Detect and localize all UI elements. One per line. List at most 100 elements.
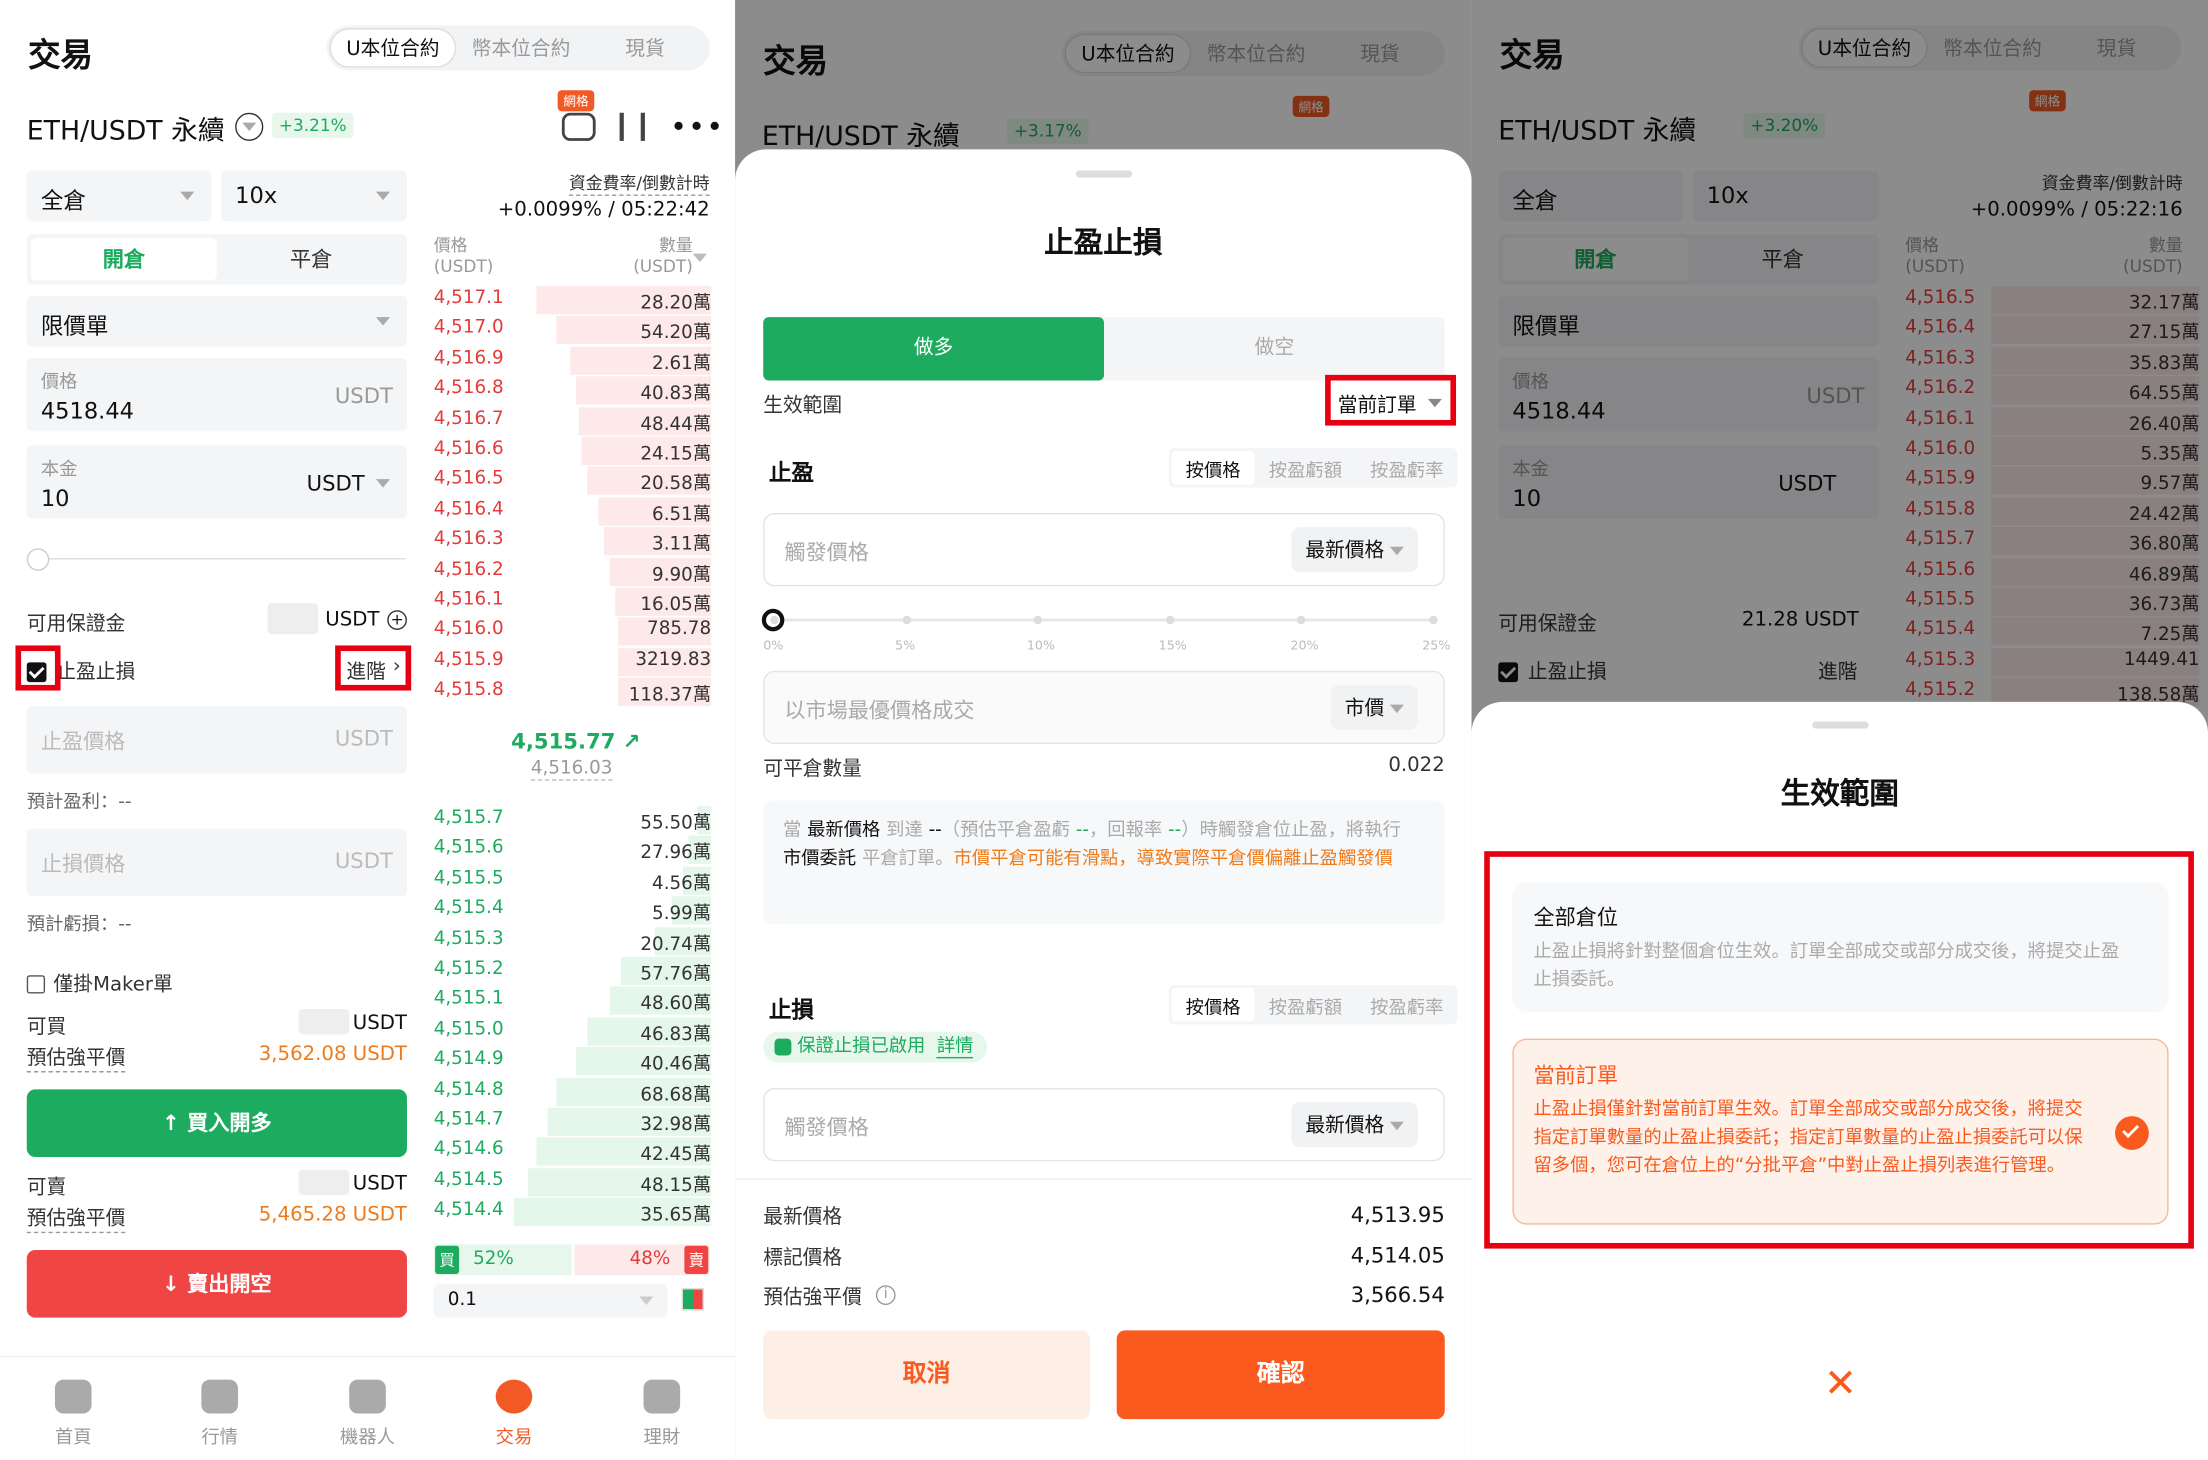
cancel-button[interactable]: 取消 — [763, 1330, 1090, 1420]
sl-price-input[interactable]: 止損價格 USDT — [26, 828, 407, 897]
nav-home[interactable]: 首頁 — [17, 1379, 130, 1449]
maker-only-checkbox[interactable] — [26, 970, 46, 997]
order-type-select[interactable]: 限價單 — [26, 295, 407, 347]
tab-open[interactable]: 開倉 — [30, 238, 217, 281]
pair-dropdown-icon[interactable] — [235, 112, 264, 141]
row-price: 4,516.4 — [433, 498, 504, 520]
row-price: 4,515.6 — [433, 837, 504, 859]
drag-handle[interactable] — [1812, 721, 1869, 729]
confirm-button[interactable]: 確認 — [1116, 1330, 1445, 1420]
tp-price-type-select[interactable]: 最新價格 — [1291, 527, 1419, 573]
slider-mark-dot[interactable] — [1165, 615, 1175, 625]
highlight-box — [15, 645, 61, 691]
nav-finance[interactable]: 理財 — [606, 1379, 719, 1449]
guard-details-link[interactable]: 詳情 — [936, 1035, 974, 1059]
tp-tab-pnl[interactable]: 按盈虧額 — [1255, 451, 1356, 485]
ask-row[interactable]: 4,516.1 16.05萬 — [429, 586, 712, 616]
ask-row[interactable]: 4,516.9 2.61萬 — [429, 345, 712, 375]
depth-select[interactable]: 0.1 — [433, 1283, 668, 1318]
nav-trade[interactable]: 交易 — [458, 1379, 571, 1449]
ask-row[interactable]: 4,516.0 785.78 — [429, 616, 712, 646]
ask-row[interactable]: 4,516.6 24.15萬 — [429, 435, 712, 466]
row-price: 4,516.9 — [433, 347, 504, 369]
row-qty: 48.44萬 — [640, 413, 712, 435]
slider-mark-dot[interactable] — [1297, 615, 1306, 625]
tp-slider[interactable] — [774, 618, 1437, 622]
tab-u-futures[interactable]: U本位合約 — [329, 28, 457, 68]
bid-row[interactable]: 4,515.4 5.99萬 — [429, 895, 712, 925]
more-icon[interactable]: ••• — [670, 110, 724, 144]
nav-robot[interactable]: 機器人 — [311, 1379, 424, 1449]
bid-row[interactable]: 4,514.8 68.68萬 — [429, 1076, 712, 1106]
sell-short-label: 賣出開空 — [187, 1271, 272, 1297]
tab-long[interactable]: 做多 — [763, 317, 1104, 381]
mark-price[interactable]: 4,516.03 — [530, 758, 613, 781]
tab-short[interactable]: 做空 — [1104, 317, 1445, 380]
bid-row[interactable]: 4,515.0 46.83萬 — [429, 1016, 712, 1046]
tab-spot[interactable]: 現貨 — [586, 28, 704, 67]
bid-row[interactable]: 4,514.6 42.45萬 — [429, 1136, 712, 1167]
tp-price-input[interactable]: 止盈價格 USDT — [26, 706, 407, 774]
amount-slider[interactable] — [36, 558, 406, 560]
buy-long-button[interactable]: ↑ 買入開多 — [26, 1089, 407, 1158]
trade-icon — [495, 1379, 533, 1414]
nav-market[interactable]: 行情 — [163, 1379, 276, 1449]
slider-mark-dot[interactable] — [770, 615, 779, 625]
slider-mark-dot[interactable] — [1033, 615, 1043, 625]
row-qty: 57.76萬 — [640, 963, 712, 986]
liq-buy-label[interactable]: 預估強平價 — [26, 1043, 126, 1073]
book-layout-icon[interactable] — [681, 1288, 705, 1311]
slider-handle[interactable] — [26, 548, 50, 571]
ask-row[interactable]: 4,515.8 118.37萬 — [429, 677, 712, 707]
tp-tab-rate[interactable]: 按盈虧率 — [1356, 451, 1457, 485]
bid-row[interactable]: 4,514.5 48.15萬 — [429, 1167, 712, 1197]
principal-input[interactable]: 本金 10 USDT — [26, 445, 407, 519]
robot-icon[interactable] — [561, 112, 596, 141]
ask-row[interactable]: 4,516.2 9.90萬 — [429, 556, 712, 586]
slider-mark-dot[interactable] — [1429, 615, 1438, 625]
close-icon[interactable]: ✕ — [1809, 1353, 1871, 1415]
ob-qty-header[interactable]: 數量 (USDT) — [633, 235, 693, 277]
pair-name[interactable]: ETH/USDT 永續 — [27, 110, 225, 148]
price-input[interactable]: 價格 4518.44 USDT — [26, 357, 407, 432]
leverage-select[interactable]: 10x — [221, 170, 407, 222]
chevron-down-icon — [375, 479, 391, 488]
sl-price-type-select[interactable]: 最新價格 — [1291, 1102, 1419, 1148]
kline-icon[interactable] — [619, 112, 645, 141]
ask-row[interactable]: 4,517.0 54.20萬 — [429, 315, 712, 345]
tab-close[interactable]: 平倉 — [218, 238, 404, 280]
tab-coin-futures[interactable]: 幣本位合約 — [456, 28, 586, 67]
margin-mode-select[interactable]: 全倉 — [26, 170, 212, 222]
sl-tab-rate[interactable]: 按盈虧率 — [1356, 988, 1457, 1022]
ask-row[interactable]: 4,515.9 3219.83 — [429, 647, 712, 677]
bid-row[interactable]: 4,515.1 48.60萬 — [429, 986, 712, 1016]
tp-exec-type-select[interactable]: 市價 — [1330, 684, 1419, 730]
liq-sell-label[interactable]: 預估強平價 — [26, 1204, 126, 1234]
ask-row[interactable]: 4,516.7 48.44萬 — [429, 405, 712, 435]
principal-unit[interactable]: USDT — [307, 471, 365, 496]
ask-row[interactable]: 4,516.8 40.83萬 — [429, 375, 712, 405]
info-icon[interactable]: i — [875, 1285, 896, 1305]
bid-row[interactable]: 4,515.7 55.50萬 — [429, 805, 712, 835]
sell-short-button[interactable]: ↓ 賣出開空 — [26, 1250, 407, 1318]
ask-row[interactable]: 4,516.5 20.58萬 — [429, 466, 712, 496]
sl-tab-pnl[interactable]: 按盈虧額 — [1255, 988, 1356, 1022]
ask-row[interactable]: 4,516.3 3.11萬 — [429, 526, 712, 556]
drag-handle[interactable] — [1075, 170, 1133, 178]
slider-mark-dot[interactable] — [902, 615, 911, 625]
order-type-value: 限價單 — [40, 312, 109, 340]
row-qty: 4.56萬 — [652, 873, 712, 895]
ask-row[interactable]: 4,516.4 6.51萬 — [429, 496, 712, 526]
bid-row[interactable]: 4,515.3 20.74萬 — [429, 925, 712, 955]
tp-tab-price[interactable]: 按價格 — [1171, 450, 1255, 485]
bid-row[interactable]: 4,515.6 27.96萬 — [429, 835, 712, 865]
bid-row[interactable]: 4,514.9 40.46萬 — [429, 1046, 712, 1076]
sl-tab-price[interactable]: 按價格 — [1171, 987, 1255, 1022]
transfer-plus-icon[interactable]: + — [387, 610, 407, 630]
bid-row[interactable]: 4,515.5 4.56萬 — [429, 865, 712, 895]
bid-row[interactable]: 4,514.4 35.65萬 — [429, 1197, 712, 1227]
bid-row[interactable]: 4,515.2 57.76萬 — [429, 955, 712, 986]
funding-label[interactable]: 資金費率/倒數計時 — [568, 171, 710, 196]
bid-row[interactable]: 4,514.7 32.98萬 — [429, 1106, 712, 1136]
ask-row[interactable]: 4,517.1 28.20萬 — [429, 285, 712, 315]
